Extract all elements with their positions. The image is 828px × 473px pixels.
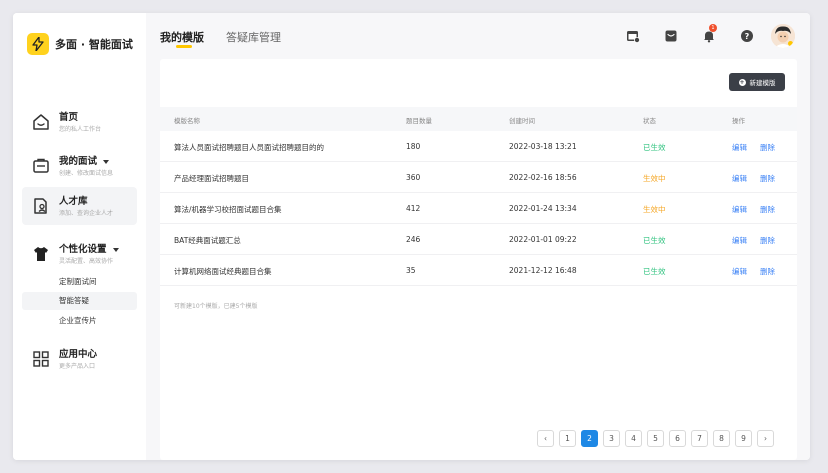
sidebar-item-title: 我的面试 <box>59 153 110 167</box>
sidebar-item-title: 人才库 <box>59 196 88 207</box>
column-header-name: 模版名称 <box>174 117 200 125</box>
home-icon <box>33 114 49 130</box>
sidebar-item-my-interview[interactable]: 我的面试 创建、修改面试信息 <box>22 147 137 185</box>
main-area: 我的模版 答疑库管理 1 ? + 新建模版 模版名称 题目数量 创建时间 状态 … <box>146 13 810 460</box>
edit-link[interactable]: 编辑 <box>732 204 747 215</box>
apps-icon <box>33 351 49 367</box>
logo[interactable]: 多面 · 智能面试 <box>27 33 133 55</box>
status-badge: 已生效 <box>643 143 666 152</box>
pagination-page[interactable]: 4 <box>625 430 642 447</box>
chevron-down-icon <box>112 247 119 252</box>
svg-text:?: ? <box>745 32 750 41</box>
table-row: 计算机网络面试经典题目合集 35 2021-12-12 16:48 已生效 编辑… <box>160 255 797 286</box>
sidebar-subitem-promo-video[interactable]: 企业宣传片 <box>22 312 137 330</box>
created-time: 2022-01-24 13:34 <box>509 204 577 213</box>
tab-qa-library[interactable]: 答疑库管理 <box>226 29 281 45</box>
sidebar-item-title: 个性化设置 <box>59 241 119 255</box>
question-count: 360 <box>406 173 421 182</box>
template-name: 计算机网络面试经典题目合集 <box>174 267 272 276</box>
edit-link[interactable]: 编辑 <box>732 142 747 153</box>
question-count: 412 <box>406 204 421 213</box>
status-badge: 生效中 <box>643 174 666 183</box>
pagination-page[interactable]: 3 <box>603 430 620 447</box>
chevron-down-icon <box>103 159 110 164</box>
logo-lightning-icon <box>27 33 49 55</box>
app-window: 多面 · 智能面试 首页 您的私人工作台 我的面试 创建、修改面试信息 人才库 … <box>13 13 810 460</box>
tab-my-templates[interactable]: 我的模版 <box>160 29 204 45</box>
pagination-page[interactable]: 6 <box>669 430 686 447</box>
created-time: 2022-02-16 18:56 <box>509 173 577 182</box>
delete-link[interactable]: 删除 <box>760 266 775 277</box>
delete-link[interactable]: 删除 <box>760 173 775 184</box>
template-quota-note: 可新建10个模版，已建5个模版 <box>174 303 258 310</box>
top-bar: 我的模版 答疑库管理 1 ? <box>146 13 810 59</box>
table-header: 模版名称 题目数量 创建时间 状态 操作 <box>160 107 797 131</box>
status-badge: 已生效 <box>643 267 666 276</box>
plus-icon: + <box>738 78 746 86</box>
sidebar-item-title: 首页 <box>59 112 79 123</box>
status-badge: 生效中 <box>643 205 666 214</box>
sidebar-item-talent-pool[interactable]: 人才库 添加、查询企业人才 <box>22 187 137 225</box>
calendar-icon[interactable] <box>626 29 640 43</box>
delete-link[interactable]: 删除 <box>760 204 775 215</box>
created-time: 2021-12-12 16:48 <box>509 266 577 275</box>
sidebar-item-subtitle: 更多产品入口 <box>59 363 96 370</box>
template-name: 算法/机器学习校招面试题目合集 <box>174 205 282 214</box>
active-tab-indicator <box>176 45 192 48</box>
column-header-created: 创建时间 <box>509 117 535 125</box>
pagination-page[interactable]: 8 <box>713 430 730 447</box>
created-time: 2022-01-01 09:22 <box>509 235 577 244</box>
sidebar: 多面 · 智能面试 首页 您的私人工作台 我的面试 创建、修改面试信息 人才库 … <box>13 13 146 460</box>
created-time: 2022-03-18 13:21 <box>509 142 577 151</box>
help-icon[interactable]: ? <box>740 29 754 43</box>
question-count: 180 <box>406 142 421 151</box>
shirt-icon <box>34 247 48 261</box>
sidebar-item-title: 应用中心 <box>59 349 98 360</box>
sidebar-subitem-custom-room[interactable]: 定制面试间 <box>22 273 137 291</box>
sidebar-item-subtitle: 灵活配置、高效协作 <box>59 258 114 265</box>
template-name: BAT经典面试题汇总 <box>174 236 241 245</box>
new-template-button[interactable]: + 新建模版 <box>729 73 785 91</box>
edit-link[interactable]: 编辑 <box>732 235 747 246</box>
table-row: 算法/机器学习校招面试题目合集 412 2022-01-24 13:34 生效中… <box>160 193 797 224</box>
new-template-label: 新建模版 <box>749 79 776 87</box>
question-count: 35 <box>406 266 416 275</box>
templates-card: + 新建模版 模版名称 题目数量 创建时间 状态 操作 算法人员面试招聘题目人员… <box>160 59 797 460</box>
pagination-page[interactable]: 1 <box>559 430 576 447</box>
pagination-page[interactable]: 7 <box>691 430 708 447</box>
inbox-icon[interactable] <box>664 29 678 43</box>
delete-link[interactable]: 删除 <box>760 142 775 153</box>
column-header-count: 题目数量 <box>406 117 432 125</box>
avatar[interactable] <box>771 24 795 48</box>
table-row: 算法人员面试招聘题目人员面试招聘题目的的 180 2022-03-18 13:2… <box>160 131 797 162</box>
column-header-status: 状态 <box>643 117 656 125</box>
pagination-page[interactable]: 5 <box>647 430 664 447</box>
question-count: 246 <box>406 235 421 244</box>
pagination-page[interactable]: 9 <box>735 430 752 447</box>
sidebar-item-app-center[interactable]: 应用中心 更多产品入口 <box>22 340 137 378</box>
template-name: 产品经理面试招聘题目 <box>174 174 249 183</box>
pagination-page-current[interactable]: 2 <box>581 430 598 447</box>
sidebar-item-subtitle: 添加、查询企业人才 <box>59 210 114 217</box>
column-header-actions: 操作 <box>732 117 745 125</box>
logo-text: 多面 · 智能面试 <box>55 38 133 51</box>
sidebar-item-subtitle: 您的私人工作台 <box>59 126 102 133</box>
status-badge: 已生效 <box>643 236 666 245</box>
table-row: 产品经理面试招聘题目 360 2022-02-16 18:56 生效中 编辑 删… <box>160 162 797 193</box>
talent-icon <box>34 198 47 214</box>
sidebar-item-subtitle: 创建、修改面试信息 <box>59 170 114 177</box>
pagination-next[interactable]: › <box>757 430 774 447</box>
table-row: BAT经典面试题汇总 246 2022-01-01 09:22 已生效 编辑 删… <box>160 224 797 255</box>
sidebar-subitem-smart-qa[interactable]: 智能答疑 <box>22 292 137 310</box>
notification-badge: 1 <box>709 24 717 32</box>
edit-link[interactable]: 编辑 <box>732 266 747 277</box>
template-name: 算法人员面试招聘题目人员面试招聘题目的的 <box>174 143 324 152</box>
pagination-prev[interactable]: ‹ <box>537 430 554 447</box>
delete-link[interactable]: 删除 <box>760 235 775 246</box>
sidebar-item-personalization[interactable]: 个性化设置 灵活配置、高效协作 <box>22 235 137 273</box>
sidebar-item-home[interactable]: 首页 您的私人工作台 <box>22 103 137 141</box>
edit-link[interactable]: 编辑 <box>732 173 747 184</box>
interview-icon <box>33 158 49 173</box>
